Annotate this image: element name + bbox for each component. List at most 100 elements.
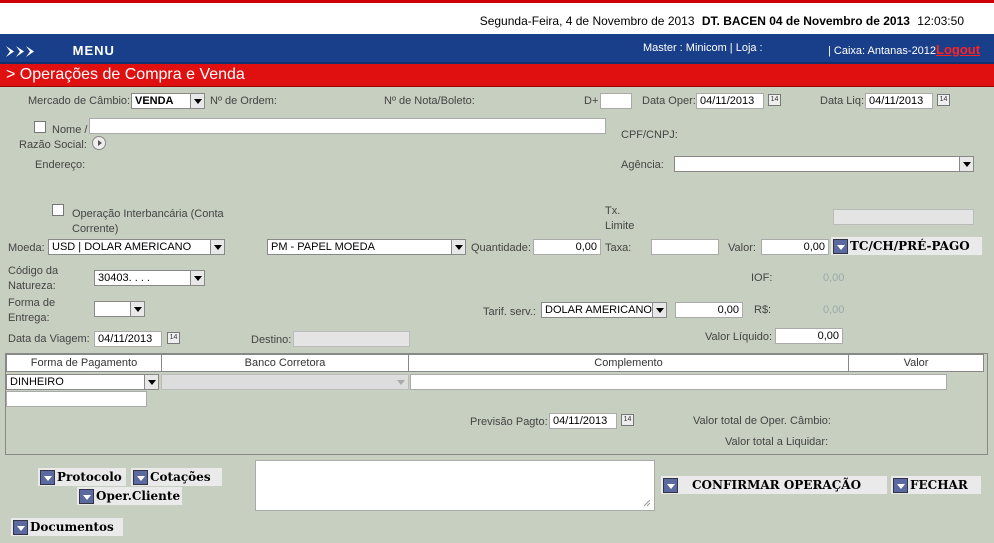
observacao-textarea[interactable]	[255, 460, 655, 511]
tarif-select[interactable]: DOLAR AMERICANO	[541, 302, 667, 318]
cotacoes-button[interactable]: Cotações	[131, 468, 222, 486]
taxa-label: Taxa:	[605, 242, 632, 254]
moeda-select[interactable]: USD | DOLAR AMERICANO	[48, 239, 225, 255]
menu-arrows-icon	[6, 46, 34, 58]
master-info: Master : Minicom | Loja :	[643, 42, 763, 54]
viagem-input[interactable]: 04/11/2013	[94, 331, 162, 347]
calendar-icon[interactable]: 14	[621, 414, 634, 426]
chevron-down-icon	[210, 240, 224, 254]
confirmar-button[interactable]: CONFIRMAR OPERAÇÃO	[661, 476, 887, 494]
col-header-banco: Banco Corretora	[161, 354, 409, 372]
natureza-label: Código da Natureza:	[8, 265, 59, 292]
chevron-down-icon	[652, 303, 666, 317]
iof-label: IOF:	[751, 272, 773, 284]
documentos-label: Documentos	[30, 520, 114, 534]
forma-pagamento-select[interactable]: DINHEIRO	[6, 374, 159, 390]
valor-input[interactable]: 0,00	[761, 239, 829, 255]
tc-button[interactable]: TC/CH/PRÉ-PAGO	[831, 237, 982, 255]
chevron-down-icon	[451, 240, 465, 254]
valor-label: Valor:	[728, 242, 756, 254]
chevron-down-icon	[959, 157, 973, 171]
documentos-button[interactable]: Documentos	[11, 518, 123, 536]
nome-input[interactable]	[89, 118, 606, 134]
tarif-amount-input[interactable]: 0,00	[675, 302, 743, 318]
mercado-select[interactable]: VENDA	[131, 93, 205, 109]
logout-link[interactable]: Logout	[936, 42, 980, 57]
valor-pagamento-input[interactable]	[6, 391, 147, 407]
oper-cliente-button[interactable]: Oper.Cliente	[77, 487, 182, 505]
chevron-down-icon	[394, 375, 408, 389]
quantidade-input[interactable]: 0,00	[533, 239, 601, 255]
data-oper-input[interactable]: 04/11/2013	[696, 93, 764, 109]
chevron-down-icon	[893, 478, 908, 493]
razao-label: Razão Social:	[19, 139, 87, 151]
dmais-label: D+	[584, 95, 599, 107]
resize-grip-icon[interactable]	[643, 499, 651, 507]
banco-select[interactable]	[161, 374, 409, 390]
dmais-input[interactable]	[600, 93, 632, 109]
play-icon[interactable]	[92, 136, 106, 150]
menu-label: MENU	[72, 43, 115, 58]
interbancaria-label: Operação Interbancária (Conta Corrente)	[72, 208, 224, 235]
nome-checkbox[interactable]	[34, 121, 46, 133]
taxa-input[interactable]	[651, 239, 719, 255]
calendar-icon[interactable]: 14	[768, 94, 781, 106]
rs-value: 0,00	[823, 304, 845, 316]
menu-button[interactable]: MENU	[6, 43, 115, 58]
moeda-value: USD | DOLAR AMERICANO	[52, 241, 192, 253]
quantidade-label: Quantidade:	[471, 242, 531, 254]
calendar-icon[interactable]: 14	[937, 94, 950, 106]
fechar-button[interactable]: FECHAR	[891, 476, 981, 494]
col-header-forma: Forma de Pagamento	[6, 354, 162, 372]
destino-label: Destino:	[251, 334, 292, 346]
calendar-icon[interactable]: 14	[167, 332, 180, 344]
data-liq-input[interactable]: 04/11/2013	[865, 93, 933, 109]
chevron-down-icon	[130, 302, 144, 316]
caixa-text: | Caixa: Antanas-2012	[828, 45, 937, 57]
forma-value: DINHEIRO	[10, 376, 64, 388]
ordem-label: Nº de Ordem:	[210, 95, 277, 107]
previsao-label: Previsão Pagto:	[470, 416, 548, 428]
destino-input[interactable]	[293, 331, 410, 347]
chevron-down-icon	[40, 470, 55, 485]
tx-limite-input[interactable]	[833, 209, 974, 225]
iof-value: 0,00	[823, 272, 845, 284]
previsao-input[interactable]: 04/11/2013	[549, 413, 617, 429]
valor-liquido-label: Valor Líquido:	[705, 331, 773, 343]
col-header-complemento: Complemento	[408, 354, 849, 372]
entrega-select[interactable]	[94, 301, 145, 317]
tarif-label: Tarif. serv.:	[483, 306, 536, 318]
total-oper-label: Valor total de Oper. Câmbio:	[693, 415, 831, 427]
nota-label: Nº de Nota/Boleto:	[384, 95, 475, 107]
current-time: 12:03:50	[917, 14, 964, 28]
natureza-select[interactable]: 30403. . . .	[94, 270, 205, 286]
data-liq-label: Data Liq:	[820, 95, 865, 107]
header-datetime: Segunda-Feira, 4 de Novembro de 2013 DT.…	[480, 14, 964, 28]
endereco-label: Endereço:	[35, 159, 86, 171]
moeda-label: Moeda:	[8, 242, 45, 254]
agencia-label: Agência:	[621, 159, 664, 171]
valor-liquido-input[interactable]: 0,00	[775, 328, 843, 344]
mercado-label: Mercado de Câmbio:	[28, 95, 131, 107]
complemento-input[interactable]	[410, 374, 947, 390]
interbancaria-checkbox[interactable]	[52, 204, 64, 216]
entrega-label: Forma de Entrega:	[8, 297, 56, 324]
caixa-info: | Caixa: Antanas-2012Logout	[828, 42, 980, 57]
mercado-value: VENDA	[135, 95, 174, 107]
nav-bar: MENU Master : Minicom | Loja : | Caixa: …	[0, 34, 994, 64]
agencia-select[interactable]	[674, 156, 974, 172]
total-liq-label: Valor total a Liquidar:	[725, 436, 829, 448]
fechar-label: FECHAR	[910, 478, 968, 492]
chevron-down-icon	[663, 478, 678, 493]
chevron-down-icon	[79, 489, 94, 504]
cpf-label: CPF/CNPJ:	[621, 129, 678, 141]
natureza-value: 30403. . . .	[98, 272, 150, 284]
protocolo-label: Protocolo	[57, 470, 122, 484]
chevron-down-icon	[13, 520, 28, 535]
bacen-date: DT. BACEN 04 de Novembro de 2013	[701, 14, 910, 28]
chevron-down-icon	[133, 470, 148, 485]
papel-select[interactable]: PM - PAPEL MOEDA	[267, 239, 466, 255]
protocolo-button[interactable]: Protocolo	[38, 468, 126, 486]
chevron-down-icon	[190, 94, 204, 108]
chevron-down-icon	[190, 271, 204, 285]
